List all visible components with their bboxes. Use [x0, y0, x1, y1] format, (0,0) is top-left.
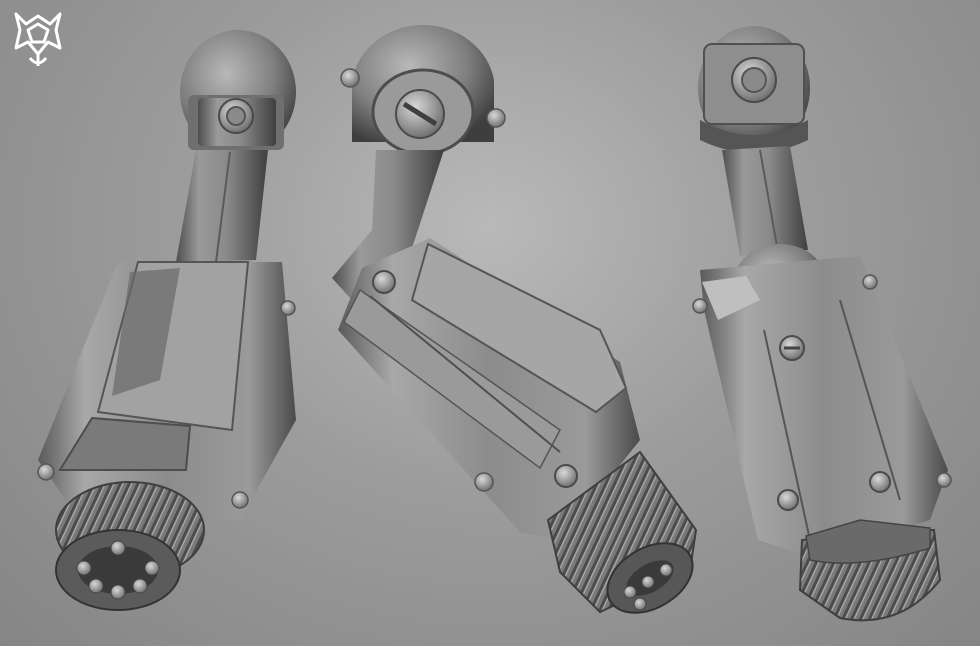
- arm-renders: [37, 24, 952, 622]
- arm-view-left: [37, 30, 296, 611]
- arm-view-right: [692, 26, 952, 622]
- arm-view-center: [332, 24, 698, 614]
- render-viewport: [0, 0, 980, 646]
